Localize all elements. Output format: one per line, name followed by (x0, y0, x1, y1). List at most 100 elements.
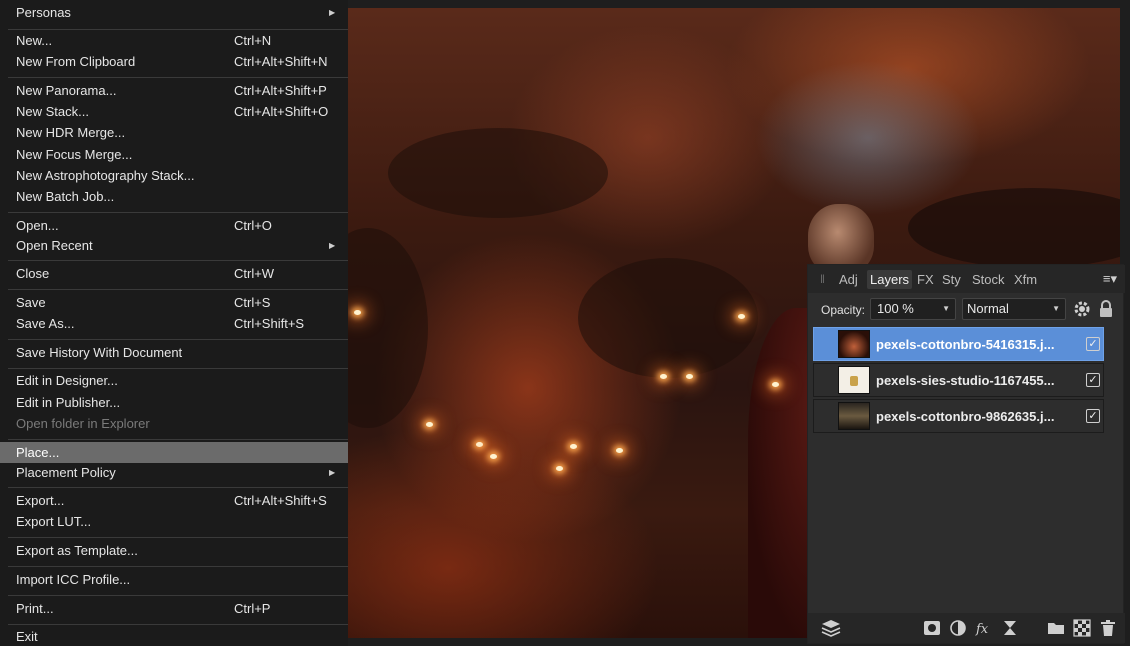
panel-menu-icon[interactable]: ≡▾ (1103, 271, 1117, 287)
tab-stock[interactable]: Stock (969, 270, 1008, 289)
menu-item-label: Close (16, 266, 50, 281)
menu-item-exit[interactable]: Exit (0, 626, 348, 646)
menu-item-new-astrophotography-stack[interactable]: New Astrophotography Stack... (0, 165, 348, 186)
layer-thumbnail (838, 366, 870, 394)
gear-icon[interactable] (1072, 298, 1092, 320)
layers-panel: ‖ Adj Layers FX Sty Stock Xfm ≡▾ Opacity… (807, 264, 1125, 644)
candle-light (660, 374, 667, 379)
folder-icon[interactable] (1047, 619, 1065, 637)
menu-item-import-icc-profile[interactable]: Import ICC Profile... (0, 569, 348, 590)
menu-item-label: Save (16, 295, 46, 310)
menu-item-label: New HDR Merge... (16, 125, 126, 140)
layers-stack-icon[interactable] (820, 619, 842, 637)
menu-item-shortcut: Ctrl+O (234, 218, 272, 233)
menu-item-place[interactable]: Place... (0, 442, 348, 463)
menu-item-label: New Batch Job... (16, 189, 115, 204)
menu-item-new-focus-merge[interactable]: New Focus Merge... (0, 144, 348, 165)
menu-item-new[interactable]: New... Ctrl+N (0, 30, 348, 51)
lock-icon[interactable] (1098, 299, 1114, 319)
candle-light (490, 454, 497, 459)
menu-item-save-as[interactable]: Save As... Ctrl+Shift+S (0, 313, 348, 334)
cave-shadow (908, 188, 1120, 268)
menu-item-new-from-clipboard[interactable]: New From Clipboard Ctrl+Alt+Shift+N (0, 51, 348, 72)
menu-item-label: Edit in Publisher... (16, 395, 121, 410)
menu-separator (8, 595, 348, 596)
menu-separator (8, 566, 348, 567)
tab-layers[interactable]: Layers (867, 270, 913, 289)
menu-item-open-folder: Open folder in Explorer (0, 413, 348, 434)
submenu-arrow-icon: ▶ (329, 468, 336, 477)
visibility-checkbox[interactable]: ✓ (1086, 409, 1100, 423)
menu-item-label: Open Recent (16, 238, 93, 253)
menu-item-export[interactable]: Export... Ctrl+Alt+Shift+S (0, 490, 348, 511)
menu-item-print[interactable]: Print... Ctrl+P (0, 598, 348, 619)
layer-name: pexels-cottonbro-5416315.j... (876, 337, 1055, 352)
menu-item-save-history[interactable]: Save History With Document (0, 342, 348, 363)
opacity-dropdown[interactable]: 100 % ▼ (870, 298, 956, 320)
panel-grip-icon[interactable]: ‖ (820, 272, 825, 286)
fx-icon[interactable]: fx (975, 619, 993, 637)
tab-adj[interactable]: Adj (836, 270, 861, 289)
menu-separator (8, 368, 348, 369)
opacity-label: Opacity: (821, 303, 866, 317)
opacity-value: 100 % (877, 301, 914, 316)
menu-item-label: New Focus Merge... (16, 147, 133, 162)
layer-thumbnail (838, 330, 870, 358)
menu-separator (8, 77, 348, 78)
visibility-checkbox[interactable]: ✓ (1086, 337, 1100, 351)
menu-item-label: New Stack... (16, 104, 89, 119)
menu-item-edit-in-designer[interactable]: Edit in Designer... (0, 370, 348, 391)
menu-item-edit-in-publisher[interactable]: Edit in Publisher... (0, 392, 348, 413)
submenu-arrow-icon: ▶ (329, 241, 336, 250)
menu-item-shortcut: Ctrl+S (234, 295, 271, 310)
panel-tab-bar: ‖ Adj Layers FX Sty Stock Xfm ≡▾ (808, 265, 1125, 293)
trash-icon[interactable] (1099, 619, 1117, 637)
checkerboard-icon[interactable] (1073, 619, 1091, 637)
candle-light (686, 374, 693, 379)
candle-light (556, 466, 563, 471)
layers-toolbar: fx (808, 613, 1125, 643)
menu-item-open-recent[interactable]: Open Recent ▶ (0, 235, 348, 256)
menu-item-label: Placement Policy (16, 465, 116, 480)
menu-item-new-batch-job[interactable]: New Batch Job... (0, 186, 348, 207)
candle-light (476, 442, 483, 447)
menu-item-label: New... (16, 33, 53, 48)
menu-item-label: Edit in Designer... (16, 373, 118, 388)
cave-shadow (578, 258, 758, 378)
menu-item-close[interactable]: Close Ctrl+W (0, 263, 348, 284)
layer-row[interactable]: pexels-sies-studio-1167455... ✓ (813, 363, 1104, 397)
layer-name: pexels-cottonbro-9862635.j... (876, 409, 1055, 424)
hourglass-icon[interactable] (1001, 619, 1019, 637)
menu-item-personas[interactable]: Personas ▶ (0, 2, 348, 23)
menu-item-shortcut: Ctrl+Shift+S (234, 316, 305, 331)
tab-xfm[interactable]: Xfm (1011, 270, 1040, 289)
menu-item-shortcut: Ctrl+W (234, 266, 275, 281)
menu-item-export-as-template[interactable]: Export as Template... (0, 540, 348, 561)
menu-item-new-hdr-merge[interactable]: New HDR Merge... (0, 122, 348, 143)
svg-text:fx: fx (975, 622, 989, 637)
menu-item-label: Open... (16, 218, 59, 233)
menu-item-save[interactable]: Save Ctrl+S (0, 292, 348, 313)
adjustment-icon[interactable] (949, 619, 967, 637)
layer-row[interactable]: pexels-cottonbro-5416315.j... ✓ (813, 327, 1104, 361)
menu-item-label: Exit (16, 629, 38, 644)
menu-item-label: Import ICC Profile... (16, 572, 131, 587)
menu-item-placement-policy[interactable]: Placement Policy ▶ (0, 462, 348, 483)
menu-separator (8, 624, 348, 625)
candle-light (570, 444, 577, 449)
menu-item-label: Print... (16, 601, 54, 616)
menu-separator (8, 212, 348, 213)
menu-item-new-stack[interactable]: New Stack... Ctrl+Alt+Shift+O (0, 101, 348, 122)
menu-item-export-lut[interactable]: Export LUT... (0, 511, 348, 532)
menu-item-new-panorama[interactable]: New Panorama... Ctrl+Alt+Shift+P (0, 80, 348, 101)
visibility-checkbox[interactable]: ✓ (1086, 373, 1100, 387)
tab-sty[interactable]: Sty (939, 270, 964, 289)
tab-fx[interactable]: FX (914, 270, 937, 289)
layer-row[interactable]: pexels-cottonbro-9862635.j... ✓ (813, 399, 1104, 433)
candle-light (772, 382, 779, 387)
mask-icon[interactable] (923, 619, 941, 637)
menu-item-open[interactable]: Open... Ctrl+O (0, 215, 348, 236)
candle-light (738, 314, 745, 319)
chevron-down-icon: ▼ (1052, 304, 1060, 313)
blend-mode-dropdown[interactable]: Normal ▼ (962, 298, 1066, 320)
